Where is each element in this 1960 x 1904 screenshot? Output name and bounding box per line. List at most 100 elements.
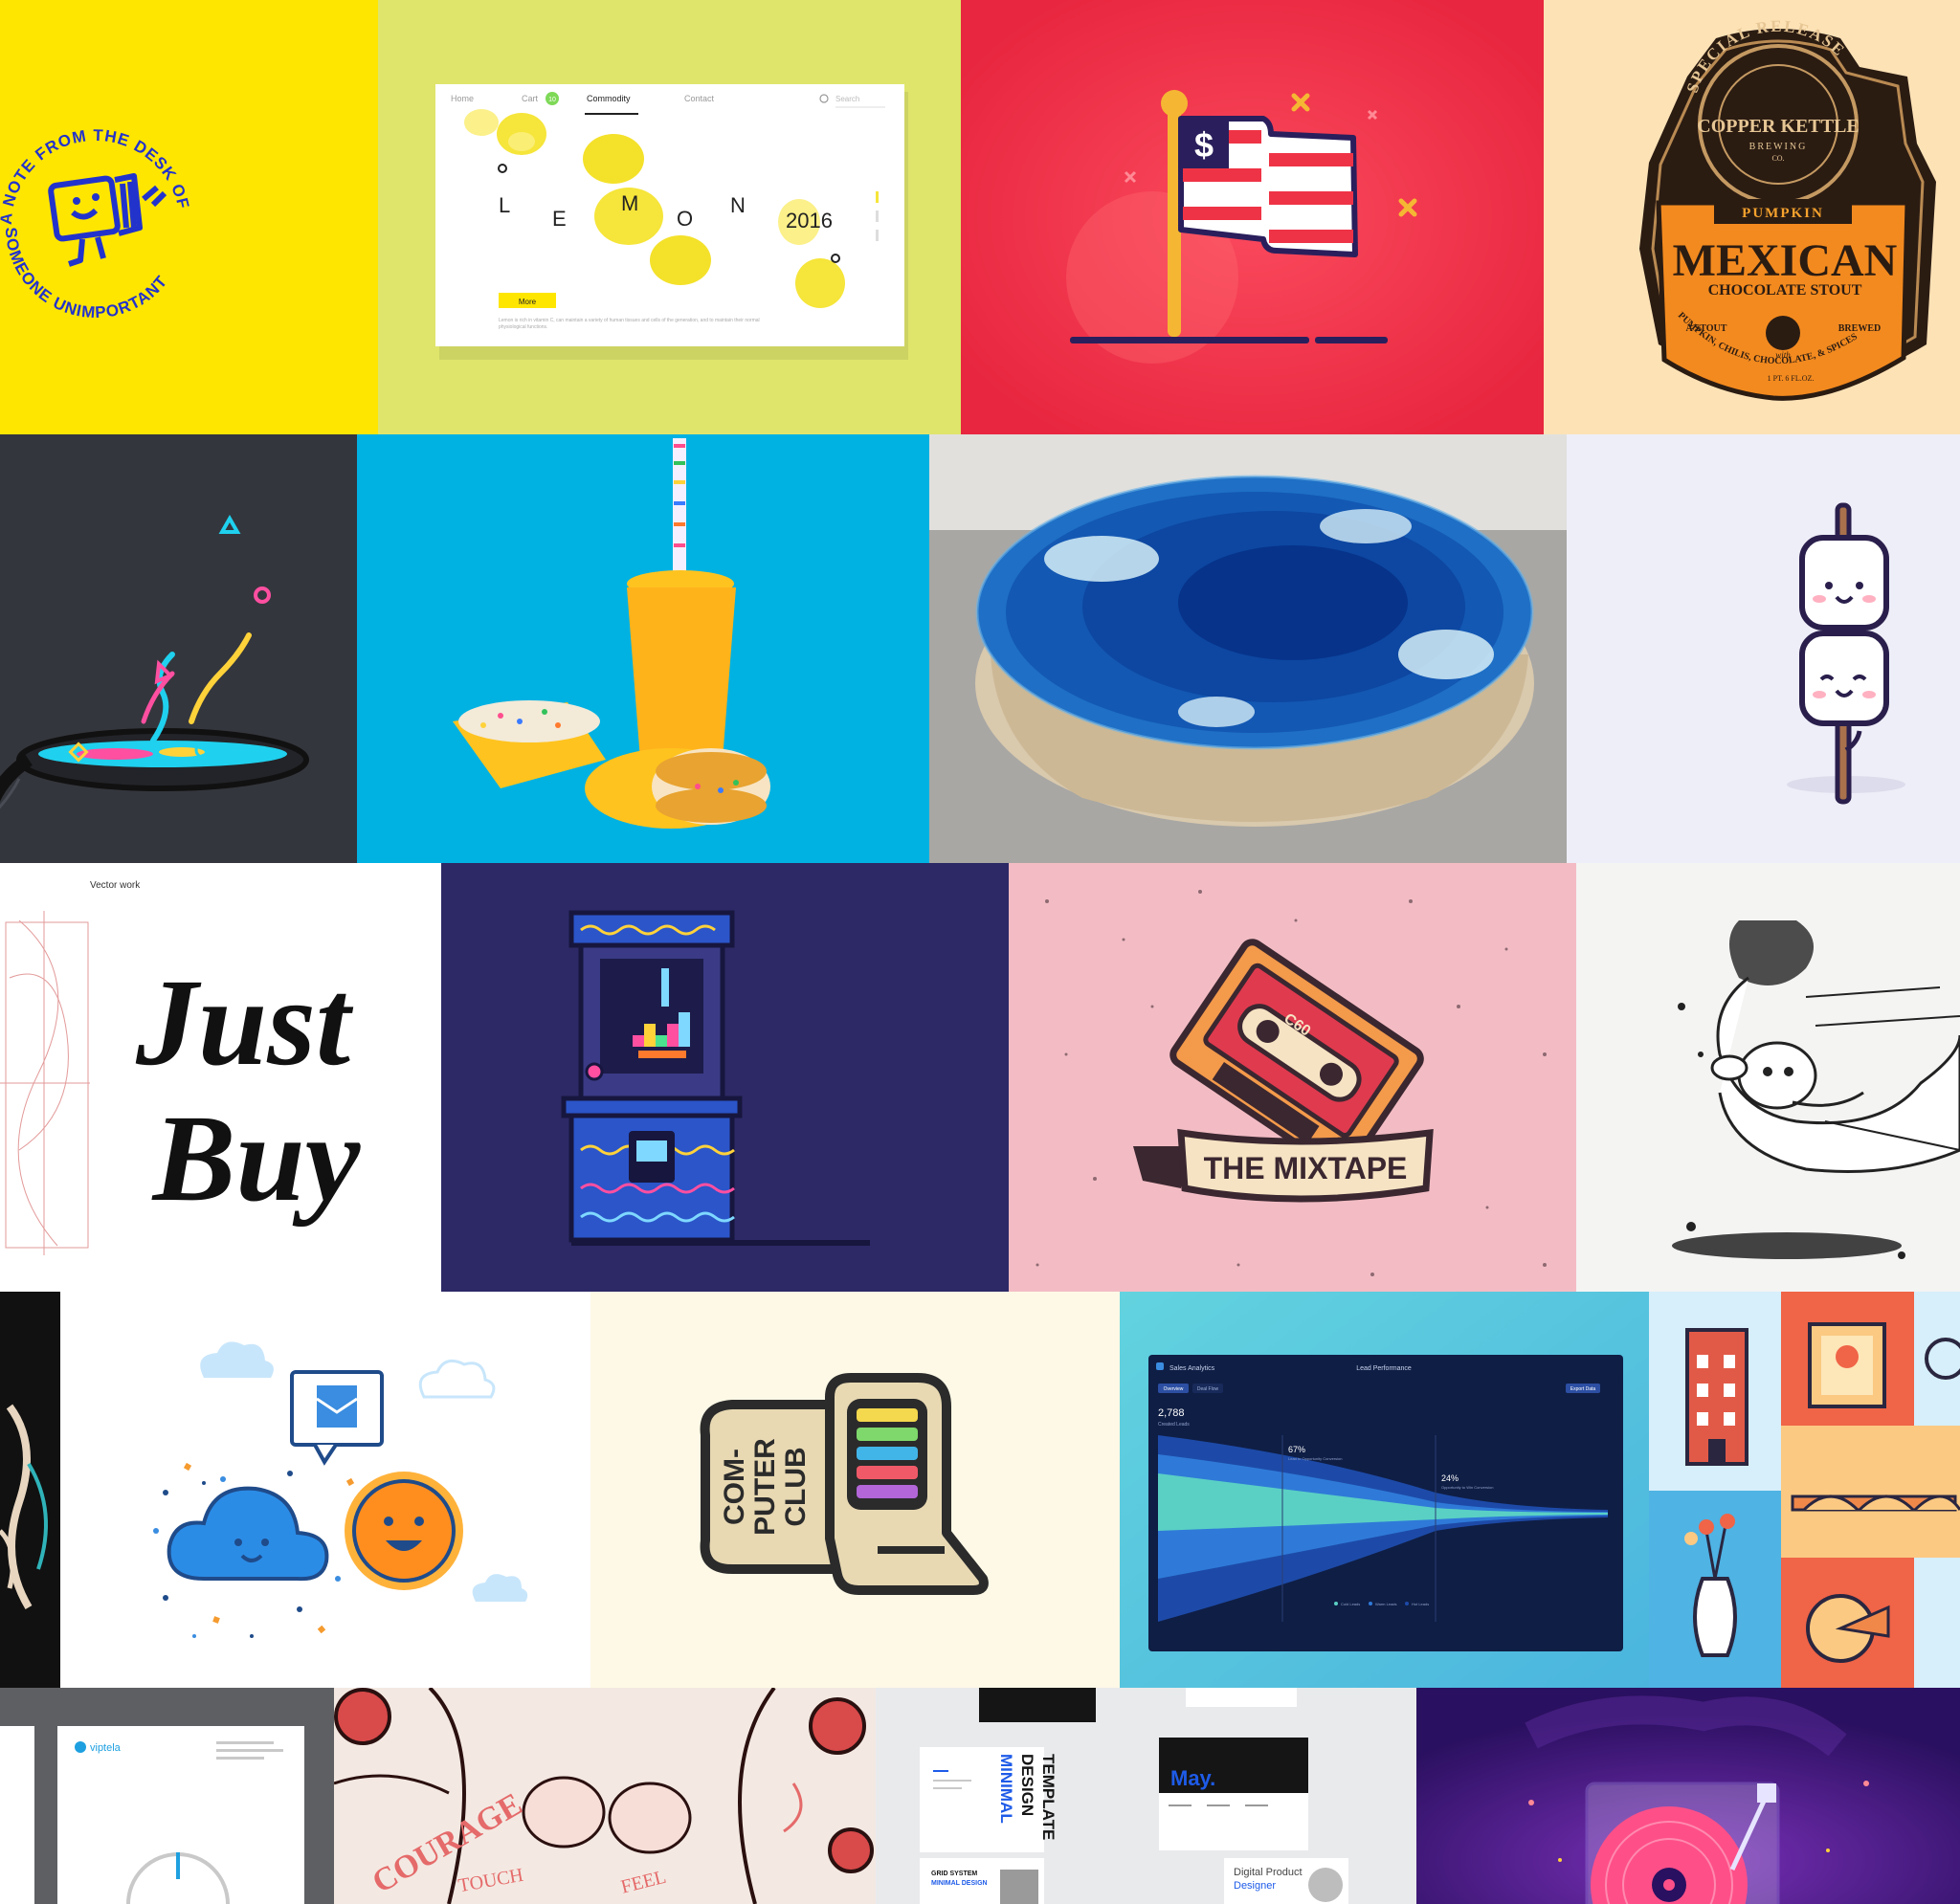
- cart-count: 10: [548, 97, 556, 103]
- beer-brand-co: CO.: [1771, 154, 1784, 163]
- shot-dark-sketch[interactable]: [0, 1292, 60, 1688]
- buy-word: Buy: [151, 1090, 362, 1228]
- stamp-illustration: A NOTE FROM THE DESK OF SOMEONE UNIMPORT…: [0, 0, 378, 434]
- beer-subtitle: CHOCOLATE STOUT: [1708, 282, 1862, 299]
- shot-sprinkle-food[interactable]: [357, 434, 929, 863]
- tab-overview-label: Overview: [1164, 1386, 1184, 1392]
- dashboard-panel-title: Lead Performance: [1356, 1365, 1412, 1372]
- shot-beer-label[interactable]: SPECIAL RELEASE COPPER KETTLE BREWING CO…: [1544, 0, 1960, 434]
- dollar-flag-illustration: $: [961, 0, 1544, 434]
- lemon-nav-commodity[interactable]: Commodity: [587, 94, 631, 103]
- templates-mockup: MINIMAL DESIGN TEMPLATE May. GRID SYSTEM…: [876, 1688, 1416, 1904]
- beer-label-illustration: SPECIAL RELEASE COPPER KETTLE BREWING CO…: [1544, 0, 1960, 434]
- beer-brand-sub: BREWING: [1749, 142, 1808, 152]
- dollar-symbol: $: [1194, 125, 1214, 165]
- shot-dollar-flag[interactable]: $: [961, 0, 1544, 434]
- shot-minimal-templates[interactable]: MINIMAL DESIGN TEMPLATE May. GRID SYSTEM…: [876, 1688, 1416, 1904]
- template-grid-system: GRID SYSTEM: [931, 1871, 977, 1877]
- pan-illustration: [0, 434, 357, 863]
- shot-viptela-brochure[interactable]: viptela: [0, 1688, 334, 1904]
- shot-topographic-table[interactable]: [929, 434, 1567, 863]
- vector-work-caption: Vector work: [90, 880, 141, 891]
- sales-dashboard-mockup: Sales Analytics Lead Performance Export …: [1120, 1292, 1649, 1688]
- stage-1-label: Lead to Opportunity Conversion: [1288, 1456, 1342, 1461]
- template-role-2: Designer: [1234, 1880, 1276, 1892]
- beer-volume: 1 PT. 6 FL.OZ.: [1768, 374, 1815, 383]
- tab-deal-flow-label: Deal Flow: [1197, 1386, 1219, 1392]
- club-line-2: PUTER: [749, 1438, 781, 1536]
- beer-main-title: MEXICAN: [1673, 235, 1898, 286]
- shot-gallery: A NOTE FROM THE DESK OF SOMEONE UNIMPORT…: [0, 0, 1960, 1904]
- beer-brand-name: COPPER KETTLE: [1697, 116, 1859, 137]
- lemon-nav-cart[interactable]: Cart: [522, 94, 539, 103]
- shot-arcade-cabinet[interactable]: [441, 863, 1009, 1292]
- dashboard-app-title: Sales Analytics: [1169, 1365, 1215, 1372]
- cloud-sun-illustration: [60, 1292, 590, 1688]
- stage-1-value: 67%: [1288, 1445, 1305, 1454]
- lemon-body-text: Lemon is rich in vitamin C, can maintain…: [499, 318, 760, 330]
- shot-cloud-sun[interactable]: [60, 1292, 590, 1688]
- ocean-table-photo: [929, 434, 1567, 863]
- lemon-nav-contact[interactable]: Contact: [684, 94, 715, 103]
- mixtape-banner-text: THE MIXTAPE: [1204, 1151, 1408, 1185]
- framed-painting-icon: [1808, 1322, 1886, 1408]
- pig-sketch-illustration: [1576, 863, 1960, 1292]
- shot-mixtape-badge[interactable]: C60 THE MIXTAPE: [1009, 863, 1576, 1292]
- template-title-design: DESIGN: [1018, 1754, 1036, 1816]
- export-data-label: Export Data: [1570, 1386, 1596, 1392]
- beer-ribbon-text: PUMPKIN: [1742, 206, 1824, 221]
- shot-pig-sketch[interactable]: [1576, 863, 1960, 1292]
- shot-sales-dashboard[interactable]: Sales Analytics Lead Performance Export …: [1120, 1292, 1649, 1688]
- viptela-logo-icon: [75, 1741, 86, 1753]
- template-title-minimal: MINIMAL: [997, 1754, 1015, 1824]
- legend-warm-leads: Warm Leads: [1375, 1602, 1397, 1606]
- stage-2-label: Opportunity to Win Conversion: [1441, 1485, 1493, 1490]
- viptela-brand: viptela: [90, 1742, 122, 1754]
- dashboard-logo-icon: [1156, 1362, 1164, 1370]
- computer-club-badge: COM- PUTER CLUB: [590, 1292, 1120, 1688]
- template-grid-minimal: MINIMAL DESIGN: [931, 1880, 988, 1887]
- city-icon-grid: [1649, 1292, 1960, 1688]
- lemon-letter-l: L: [499, 193, 510, 217]
- club-line-1: COM-: [719, 1449, 750, 1525]
- beer-right-tag: BREWED: [1838, 323, 1881, 334]
- shot-desk-stamp[interactable]: A NOTE FROM THE DESK OF SOMEONE UNIMPORT…: [0, 0, 378, 434]
- mixtape-badge-illustration: C60 THE MIXTAPE: [1009, 863, 1576, 1292]
- shot-marshmallow[interactable]: [1567, 434, 1960, 863]
- total-leads-value: 2,788: [1158, 1407, 1185, 1419]
- sprinkle-food-photo: [357, 434, 929, 863]
- calendar-mail-icon: [317, 1385, 357, 1428]
- lemon-letter-o: O: [677, 207, 693, 231]
- bridge-icon: [1791, 1494, 1960, 1512]
- lemon-letter-m: M: [621, 191, 638, 215]
- club-line-3: CLUB: [780, 1447, 812, 1526]
- template-role-1: Digital Product: [1234, 1867, 1303, 1878]
- shot-just-buy-lettering[interactable]: Vector work Just Buy: [0, 863, 441, 1292]
- total-leads-label: Created Leads: [1158, 1422, 1190, 1428]
- shot-tattoo-illustration[interactable]: COURAGE TOUCH FEEL: [334, 1688, 876, 1904]
- template-month: May.: [1170, 1766, 1215, 1790]
- lemon-search-input[interactable]: Search: [835, 95, 859, 103]
- dark-sketch-art: [0, 1292, 60, 1688]
- lemon-letter-n: N: [730, 193, 746, 217]
- shot-city-icons[interactable]: [1649, 1292, 1960, 1688]
- legend-cold-leads: Cold Leads: [1341, 1602, 1360, 1606]
- lemon-year: 2016: [786, 209, 833, 232]
- tattoo-artwork: COURAGE TOUCH FEEL: [334, 1688, 876, 1904]
- shot-computer-club[interactable]: COM- PUTER CLUB: [590, 1292, 1120, 1688]
- template-title-template: TEMPLATE: [1039, 1754, 1058, 1840]
- sun-character-icon: [345, 1472, 463, 1590]
- lettering-artwork: Vector work Just Buy: [0, 863, 441, 1292]
- brochure-mockup: viptela: [0, 1688, 334, 1904]
- legend-hot-leads: Hot Leads: [1412, 1602, 1429, 1606]
- just-word: Just: [135, 954, 354, 1092]
- arcade-illustration: [441, 863, 1009, 1292]
- lemon-letter-e: E: [552, 207, 567, 231]
- lemon-more-label: More: [519, 298, 537, 306]
- record-player-illustration: [1416, 1688, 1960, 1904]
- marshmallow-illustration: [1567, 434, 1960, 863]
- shot-record-player[interactable]: [1416, 1688, 1960, 1904]
- shot-dark-pan[interactable]: [0, 434, 357, 863]
- shot-lemon-webpage[interactable]: Home Cart 10 Commodity Contact Search L …: [378, 0, 961, 434]
- lemon-nav-home[interactable]: Home: [451, 94, 474, 103]
